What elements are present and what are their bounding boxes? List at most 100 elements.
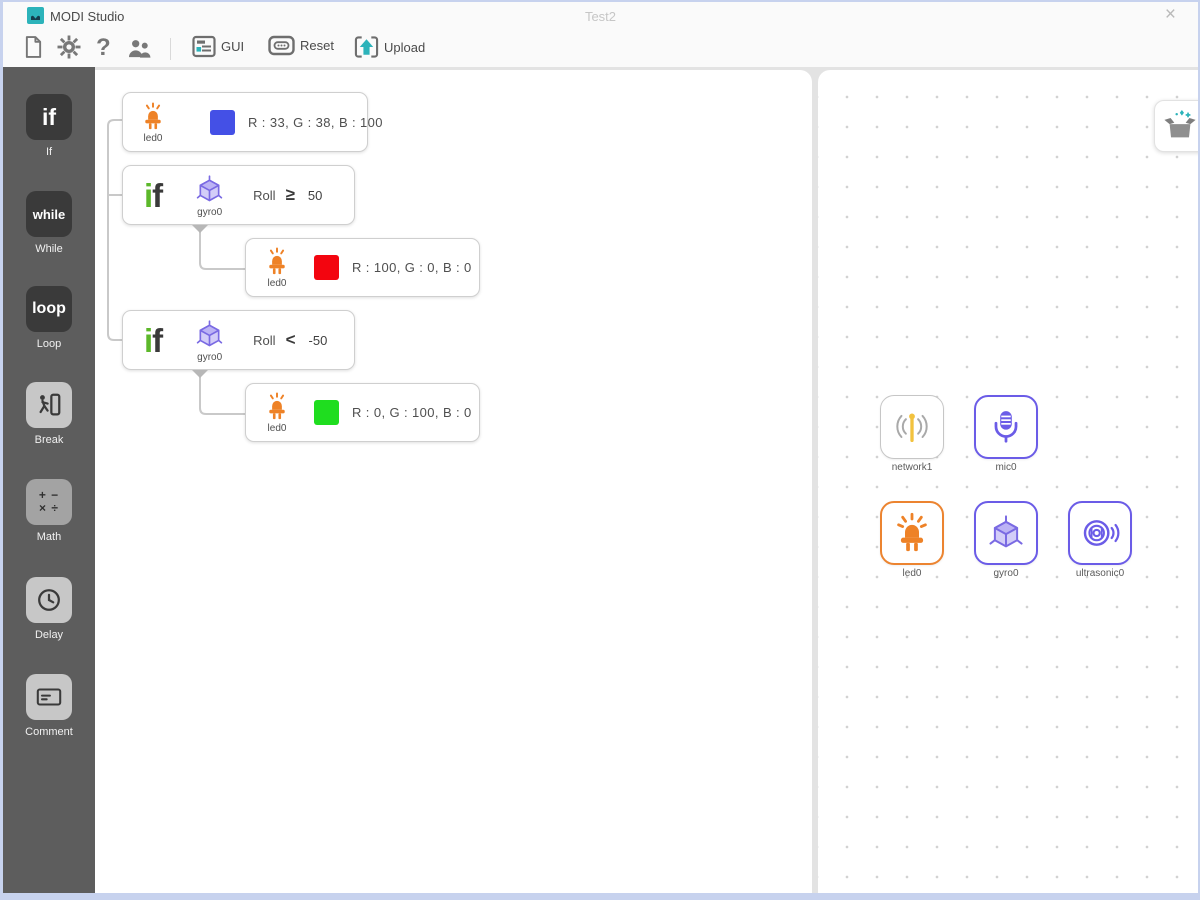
- module-tile-gyro0[interactable]: [974, 501, 1038, 565]
- module-tile-led0[interactable]: [880, 501, 944, 565]
- led-icon: [269, 247, 285, 275]
- condition-value[interactable]: 50: [308, 188, 322, 203]
- gyro-module-figure: gyro0: [193, 318, 226, 363]
- settings-icon[interactable]: [57, 35, 81, 59]
- gui-label: GUI: [221, 39, 245, 54]
- led-module-figure: led0: [264, 246, 290, 289]
- module-name: mic0: [995, 462, 1017, 473]
- sidebar-item-label: If: [45, 146, 53, 158]
- break-icon: [26, 382, 72, 428]
- sidebar-item-math[interactable]: + − × ÷ Math: [3, 479, 95, 543]
- new-file-icon[interactable]: [24, 35, 43, 59]
- network-icon: [896, 413, 928, 442]
- color-swatch[interactable]: [314, 400, 339, 425]
- gyro-icon: [989, 515, 1023, 548]
- app-window: MODI Studio Test2 × ? GUI Reset Upload i…: [0, 0, 1200, 900]
- close-icon[interactable]: ×: [1165, 4, 1176, 26]
- add-module-button[interactable]: [1154, 100, 1198, 152]
- ultrasonic-icon: [1083, 520, 1120, 546]
- led-icon: [897, 512, 927, 552]
- comment-icon: [26, 674, 72, 720]
- community-icon[interactable]: [126, 38, 153, 59]
- condition-operator[interactable]: ≥: [286, 185, 295, 205]
- reset-label: Reset: [300, 38, 334, 53]
- sidebar-item-label: While: [35, 243, 63, 255]
- toolbar-divider: [170, 38, 171, 60]
- if-keyword: if: [144, 321, 163, 359]
- module-tile-network1[interactable]: [880, 395, 944, 459]
- color-swatch[interactable]: [210, 109, 235, 135]
- sidebar-item-label: Comment: [25, 726, 73, 738]
- rgb-value-text: R : 0, G : 100, B : 0: [352, 405, 472, 420]
- if-keyword: if: [144, 176, 163, 214]
- if-block-icon: if: [26, 94, 72, 140]
- color-swatch[interactable]: [314, 255, 339, 280]
- module-label: led0: [267, 278, 287, 289]
- led-color-block[interactable]: led0 R : 0, G : 100, B : 0: [245, 383, 480, 442]
- module-name: network1: [891, 462, 933, 473]
- sidebar-item-loop[interactable]: loop Loop: [3, 286, 95, 350]
- loop-glyph: loop: [32, 300, 66, 317]
- led-module-figure: led0: [264, 391, 290, 434]
- module-label: gyro0: [197, 206, 223, 218]
- module-label: led0: [143, 132, 163, 144]
- document-title: Test2: [584, 9, 617, 24]
- if-branch-arrow-icon: [192, 225, 208, 233]
- if-condition-block[interactable]: if gyro0 Roll: [122, 165, 355, 225]
- gyro-icon: [196, 319, 223, 346]
- delay-clock-icon: [26, 577, 72, 623]
- reset-icon: [268, 35, 295, 56]
- module-name: led0: [902, 568, 922, 579]
- rgb-value-text: R : 33, G : 38, B : 100: [248, 114, 383, 130]
- reset-button[interactable]: Reset: [268, 35, 334, 56]
- math-icon: + − × ÷: [26, 479, 72, 525]
- led-color-block[interactable]: led0 R : 33, G : 38, B : 100: [122, 92, 383, 152]
- led-module-figure: led0: [140, 101, 166, 144]
- mic-icon: [994, 411, 1018, 443]
- module-name: gyro0: [993, 568, 1019, 579]
- add-module-icon: [1164, 109, 1196, 138]
- led-icon: [269, 392, 285, 420]
- if-glyph: if: [41, 103, 57, 130]
- module-label: led0: [267, 423, 287, 434]
- content-area: if If while While loop Loop Break + − × …: [3, 67, 1198, 893]
- while-block-icon: while: [26, 191, 72, 237]
- gyro-module-figure: gyro0: [193, 173, 226, 218]
- if-branch-arrow-icon: [192, 370, 208, 378]
- module-name: ultrasonic0: [1075, 568, 1125, 579]
- while-glyph: while: [32, 206, 66, 222]
- sidebar-item-if[interactable]: if If: [3, 94, 95, 158]
- sidebar-item-while[interactable]: while While: [3, 191, 95, 255]
- sidebar-item-comment[interactable]: Comment: [3, 674, 95, 738]
- led-icon: [145, 102, 161, 129]
- modules-panel[interactable]: network1 mic0 led0 gyro0 ultrasonic0: [818, 70, 1198, 893]
- gui-button[interactable]: GUI: [192, 35, 244, 58]
- upload-label: Upload: [384, 39, 426, 55]
- module-label: gyro0: [197, 351, 223, 363]
- led-color-block[interactable]: led0 R : 100, G : 0, B : 0: [245, 238, 480, 297]
- condition-property[interactable]: Roll: [253, 333, 275, 348]
- gyro-icon: [196, 174, 223, 201]
- condition-property[interactable]: Roll: [253, 188, 275, 203]
- math-glyph-bottom: × ÷: [39, 501, 59, 515]
- help-icon[interactable]: ?: [96, 35, 111, 61]
- upload-button[interactable]: Upload: [354, 35, 425, 59]
- module-tile-ultrasonic0[interactable]: [1068, 501, 1132, 565]
- logic-canvas[interactable]: led0 R : 33, G : 38, B : 100 if gyro0 Ro…: [95, 70, 812, 893]
- upload-icon: [354, 36, 379, 58]
- condition-operator[interactable]: <: [286, 330, 296, 350]
- sidebar-item-break[interactable]: Break: [3, 382, 95, 446]
- sidebar-item-label: Math: [36, 531, 62, 543]
- sidebar-item-label: Delay: [34, 629, 64, 641]
- loop-block-icon: loop: [26, 286, 72, 332]
- if-condition-block[interactable]: if gyro0 Roll: [122, 310, 355, 370]
- work-area: led0 R : 33, G : 38, B : 100 if gyro0 Ro…: [95, 67, 1198, 893]
- rgb-value-text: R : 100, G : 0, B : 0: [352, 260, 472, 275]
- title-bar: MODI Studio Test2 ×: [3, 2, 1198, 30]
- module-tile-mic0[interactable]: [974, 395, 1038, 459]
- sidebar-item-label: Break: [34, 434, 64, 446]
- sidebar-item-delay[interactable]: Delay: [3, 577, 95, 641]
- block-palette-sidebar: if If while While loop Loop Break + − × …: [3, 67, 95, 893]
- gui-icon: [192, 35, 216, 58]
- condition-value[interactable]: -50: [309, 333, 328, 348]
